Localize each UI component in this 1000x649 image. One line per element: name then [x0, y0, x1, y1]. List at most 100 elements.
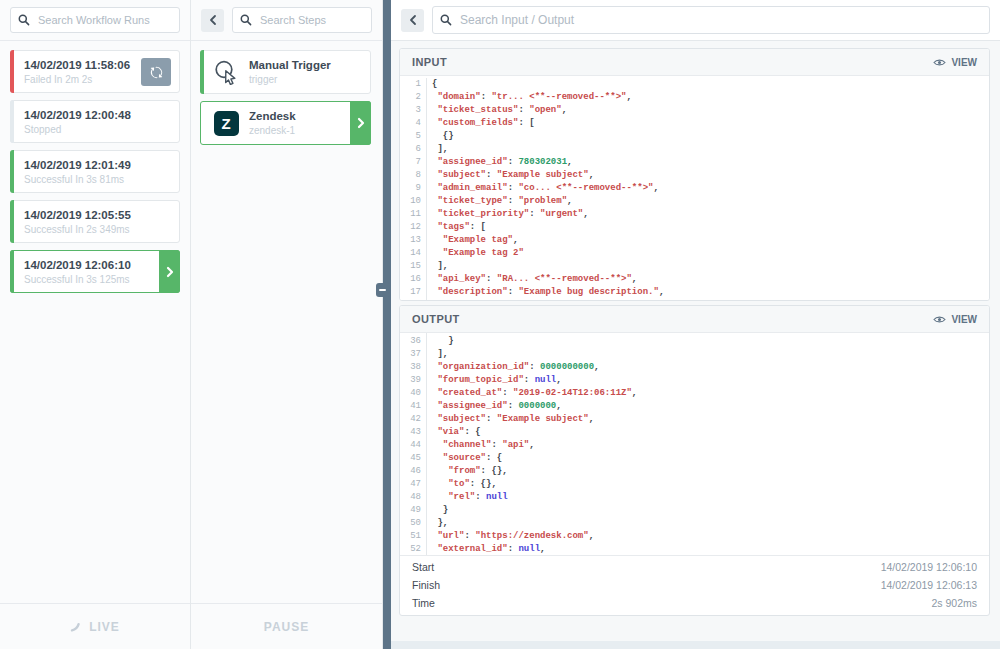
pause-button[interactable]: PAUSE [191, 603, 382, 649]
eye-icon [933, 58, 946, 67]
code-line: 37 ], [400, 348, 989, 361]
code-line: 11 "ticket_priority": "urgent", [400, 208, 989, 221]
summary-row: Time 2s 902ms [400, 594, 989, 612]
input-view-button[interactable]: VIEW [933, 57, 977, 68]
live-button[interactable]: LIVE [0, 603, 190, 649]
code-line: 4 "custom_fields": [ [400, 117, 989, 130]
code-line: 52 "external_id": null, [400, 543, 989, 555]
run-list-item[interactable]: 14/02/2019 12:06:10Successful In 3s 125m… [10, 250, 180, 293]
steps-panel: Manual Triggertrigger Z Zendesk zendesk-1 P… [191, 0, 383, 649]
code-line: 14 "Example tag 2" [400, 247, 989, 260]
zendesk-icon: Z [214, 111, 239, 136]
run-status: Successful In 3s 125ms [24, 274, 169, 285]
code-line: 12 "tags": [ [400, 221, 989, 234]
run-summary: Start14/02/2019 12:06:10Finish14/02/2019… [400, 555, 989, 615]
bottom-scroll-strip [391, 641, 1000, 649]
code-line: 43 "via": { [400, 426, 989, 439]
code-line: 7 "assignee_id": 780302031, [400, 156, 989, 169]
input-title: INPUT [412, 56, 447, 68]
code-line: 51 "url": "https://zendesk.com", [400, 530, 989, 543]
input-output-search [432, 6, 990, 34]
code-line: 50 }, [400, 517, 989, 530]
code-line: 36 } [400, 335, 989, 348]
code-line: 47 "to": {}, [400, 478, 989, 491]
input-card-header: INPUT VIEW [400, 49, 989, 76]
code-line: 2 "domain": "tr... <**--removed--**>", [400, 91, 989, 104]
eye-icon [933, 315, 946, 324]
step-subtitle: zendesk-1 [249, 125, 296, 136]
run-timestamp: 14/02/2019 12:00:48 [24, 109, 169, 121]
run-status-accent [10, 150, 14, 193]
run-detail-panel: INPUT VIEW 1{2 "domain": "tr... <**--rem… [391, 0, 1000, 649]
code-line: 42 "subject": "Example subject", [400, 413, 989, 426]
step-list-item[interactable]: Manual Triggertrigger [200, 50, 371, 94]
step-title: Zendesk [249, 110, 296, 122]
detail-body: INPUT VIEW 1{2 "domain": "tr... <**--rem… [391, 41, 1000, 649]
code-line: 41 "assignee_id": 0000000, [400, 400, 989, 413]
retry-run-button[interactable] [141, 58, 171, 86]
code-line: 18 "requester_id": 0000000000, [400, 299, 989, 300]
run-timestamp: 14/02/2019 12:05:55 [24, 209, 169, 221]
output-code: 35 "value": null36 }37 ],38 "organizatio… [400, 333, 989, 555]
code-line: 10 "ticket_type": "problem", [400, 195, 989, 208]
run-status: Successful In 2s 349ms [24, 224, 169, 235]
code-line: 6 ], [400, 143, 989, 156]
input-card: INPUT VIEW 1{2 "domain": "tr... <**--rem… [399, 48, 990, 301]
search-steps-input[interactable] [232, 7, 372, 33]
summary-label: Finish [412, 579, 440, 591]
step-status-accent [200, 50, 204, 94]
run-status: Successful In 3s 81ms [24, 174, 169, 185]
search-workflow-runs-input[interactable] [10, 7, 180, 33]
step-title: Manual Trigger [249, 59, 331, 71]
splitter-handle-icon[interactable] [376, 283, 391, 297]
workflow-run-app: 14/02/2019 11:58:06Failed In 2m 2s 14/02/… [0, 0, 1000, 649]
selected-run-chevron [159, 250, 180, 293]
live-label: LIVE [89, 620, 120, 634]
back-button-steps[interactable] [201, 9, 224, 32]
code-line: 40 "created_at": "2019-02-14T12:06:11Z", [400, 387, 989, 400]
code-line: 38 "organization_id": 0000000000, [400, 361, 989, 374]
summary-value: 14/02/2019 12:06:13 [881, 579, 977, 591]
manual-trigger-icon [213, 59, 239, 85]
summary-row: Finish 14/02/2019 12:06:13 [400, 576, 989, 594]
input-view-label: VIEW [951, 57, 977, 68]
back-button-detail[interactable] [401, 9, 424, 32]
detail-panel-header [391, 0, 1000, 41]
output-view-button[interactable]: VIEW [933, 314, 977, 325]
output-title: OUTPUT [412, 313, 460, 325]
workflow-runs-search [10, 7, 180, 33]
run-status-accent [10, 50, 14, 93]
search-input-output-input[interactable] [432, 6, 990, 34]
panel-splitter[interactable] [383, 0, 391, 649]
run-list-item[interactable]: 14/02/2019 11:58:06Failed In 2m 2s [10, 50, 180, 93]
code-line: 15 ], [400, 260, 989, 273]
workflow-runs-panel: 14/02/2019 11:58:06Failed In 2m 2s 14/02/… [0, 0, 191, 649]
run-timestamp: 14/02/2019 12:01:49 [24, 159, 169, 171]
search-icon [240, 14, 252, 26]
step-list-item[interactable]: Z Zendesk zendesk-1 [200, 101, 371, 145]
step-list: Manual Triggertrigger Z Zendesk zendesk-1 [191, 41, 382, 603]
code-line: 16 "api_key": "RA... <**--removed--**>", [400, 273, 989, 286]
summary-value: 2s 902ms [931, 597, 977, 609]
run-list-item[interactable]: 14/02/2019 12:05:55 Successful In 2s 349m… [10, 200, 180, 243]
code-line: 46 "from": {}, [400, 465, 989, 478]
run-status: Stopped [24, 124, 169, 135]
output-card: OUTPUT VIEW 35 "value": null36 }37 ],38 … [399, 305, 990, 616]
selected-step-chevron [350, 101, 371, 145]
input-code: 1{2 "domain": "tr... <**--removed--**>",… [400, 76, 989, 300]
steps-panel-header [191, 0, 382, 41]
code-line: 17 "description": "Example bug descripti… [400, 286, 989, 299]
output-card-header: OUTPUT VIEW [400, 306, 989, 333]
steps-search [232, 7, 372, 33]
live-icon [70, 621, 81, 632]
run-list-item[interactable]: 14/02/2019 12:01:49 Successful In 3s 81ms [10, 150, 180, 193]
code-line: 5 {} [400, 130, 989, 143]
chevron-left-icon [409, 14, 417, 26]
code-line: 44 "channel": "api", [400, 439, 989, 452]
code-line: 8 "subject": "Example subject", [400, 169, 989, 182]
run-list-item[interactable]: 14/02/2019 12:00:48 Stopped [10, 100, 180, 143]
summary-label: Time [412, 597, 435, 609]
code-line: 9 "admin_email": "co... <**--removed--**… [400, 182, 989, 195]
runs-panel-header [0, 0, 190, 41]
run-status-accent [10, 250, 14, 293]
